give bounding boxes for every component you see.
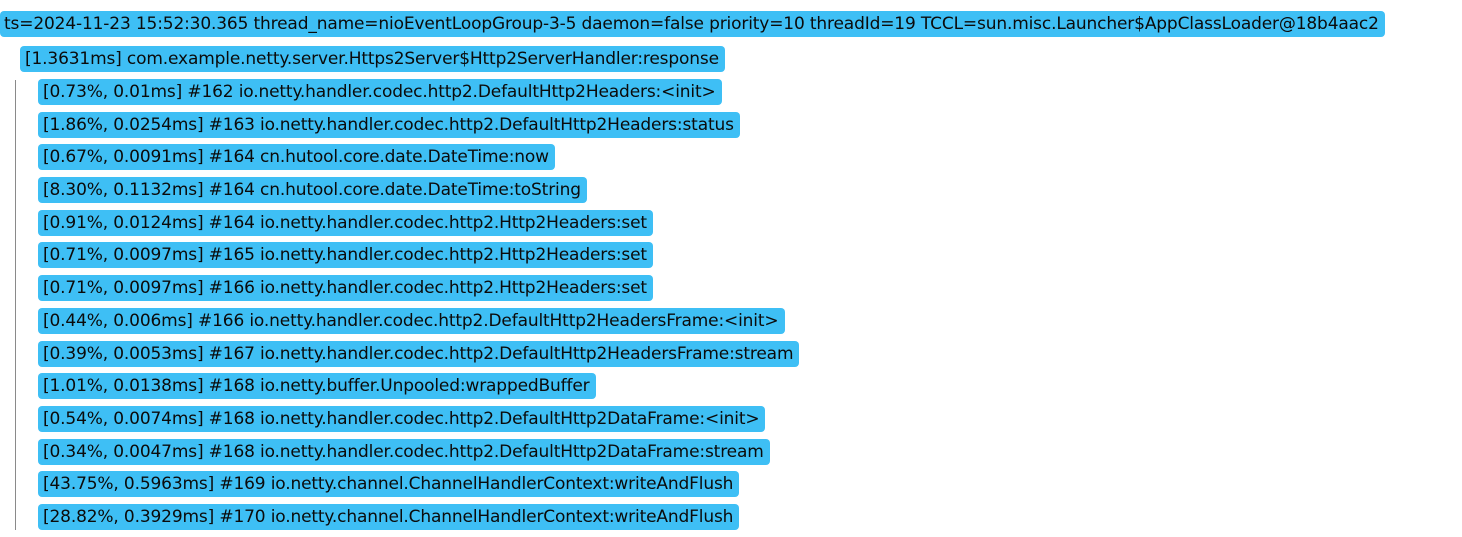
child-call-row: [0.44%, 0.006ms] #166 io.netty.handler.c… <box>38 307 799 341</box>
child-call-label[interactable]: [0.91%, 0.0124ms] #164 io.netty.handler.… <box>38 209 653 236</box>
child-call-label[interactable]: [0.67%, 0.0091ms] #164 cn.hutool.core.da… <box>38 144 555 171</box>
child-call-label[interactable]: [1.86%, 0.0254ms] #163 io.netty.handler.… <box>38 111 740 138</box>
child-call-label[interactable]: [0.39%, 0.0053ms] #167 io.netty.handler.… <box>38 340 800 367</box>
tree-guide-line <box>15 80 16 530</box>
child-call-row: [0.39%, 0.0053ms] #167 io.netty.handler.… <box>38 340 800 374</box>
trace-output: ts=2024-11-23 15:52:30.365 thread_name=n… <box>0 0 1462 534</box>
child-call-row: [0.54%, 0.0074ms] #168 io.netty.handler.… <box>38 405 799 439</box>
child-call-label[interactable]: [0.44%, 0.006ms] #166 io.netty.handler.c… <box>38 307 785 334</box>
child-call-label[interactable]: [43.75%, 0.5963ms] #169 io.netty.channel… <box>38 471 740 498</box>
child-call-row: [28.82%, 0.3929ms] #170 io.netty.channel… <box>38 503 799 537</box>
child-call-row: [0.67%, 0.0091ms] #164 cn.hutool.core.da… <box>38 144 799 177</box>
child-call-label[interactable]: [0.34%, 0.0047ms] #168 io.netty.handler.… <box>38 438 770 465</box>
child-call-list: [0.73%, 0.01ms] #162 io.netty.handler.co… <box>38 79 800 537</box>
child-call-row: [1.01%, 0.0138ms] #168 io.netty.buffer.U… <box>38 373 799 406</box>
child-call-label[interactable]: [1.01%, 0.0138ms] #168 io.netty.buffer.U… <box>38 373 596 400</box>
child-call-label[interactable]: [8.30%, 0.1132ms] #164 cn.hutool.core.da… <box>38 177 587 204</box>
child-call-label[interactable]: [0.71%, 0.0097ms] #165 io.netty.handler.… <box>38 242 653 269</box>
child-call-label[interactable]: [28.82%, 0.3929ms] #170 io.netty.channel… <box>38 503 740 530</box>
child-call-row: [0.34%, 0.0047ms] #168 io.netty.handler.… <box>38 438 799 472</box>
child-call-row: [43.75%, 0.5963ms] #169 io.netty.channel… <box>38 471 799 504</box>
root-method-call[interactable]: [1.3631ms] com.example.netty.server.Http… <box>20 46 725 72</box>
child-call-row: [1.86%, 0.0254ms] #163 io.netty.handler.… <box>38 111 799 145</box>
thread-info-line[interactable]: ts=2024-11-23 15:52:30.365 thread_name=n… <box>0 11 1385 37</box>
child-call-row: [8.30%, 0.1132ms] #164 cn.hutool.core.da… <box>38 177 799 210</box>
child-call-row: [0.91%, 0.0124ms] #164 io.netty.handler.… <box>38 209 799 243</box>
child-call-row: [0.71%, 0.0097ms] #166 io.netty.handler.… <box>38 275 799 308</box>
child-call-row: [0.73%, 0.01ms] #162 io.netty.handler.co… <box>38 79 799 112</box>
child-call-label[interactable]: [0.71%, 0.0097ms] #166 io.netty.handler.… <box>38 275 653 302</box>
child-call-row: [0.71%, 0.0097ms] #165 io.netty.handler.… <box>38 242 799 275</box>
child-call-label[interactable]: [0.54%, 0.0074ms] #168 io.netty.handler.… <box>38 405 766 432</box>
child-call-label[interactable]: [0.73%, 0.01ms] #162 io.netty.handler.co… <box>38 79 722 105</box>
